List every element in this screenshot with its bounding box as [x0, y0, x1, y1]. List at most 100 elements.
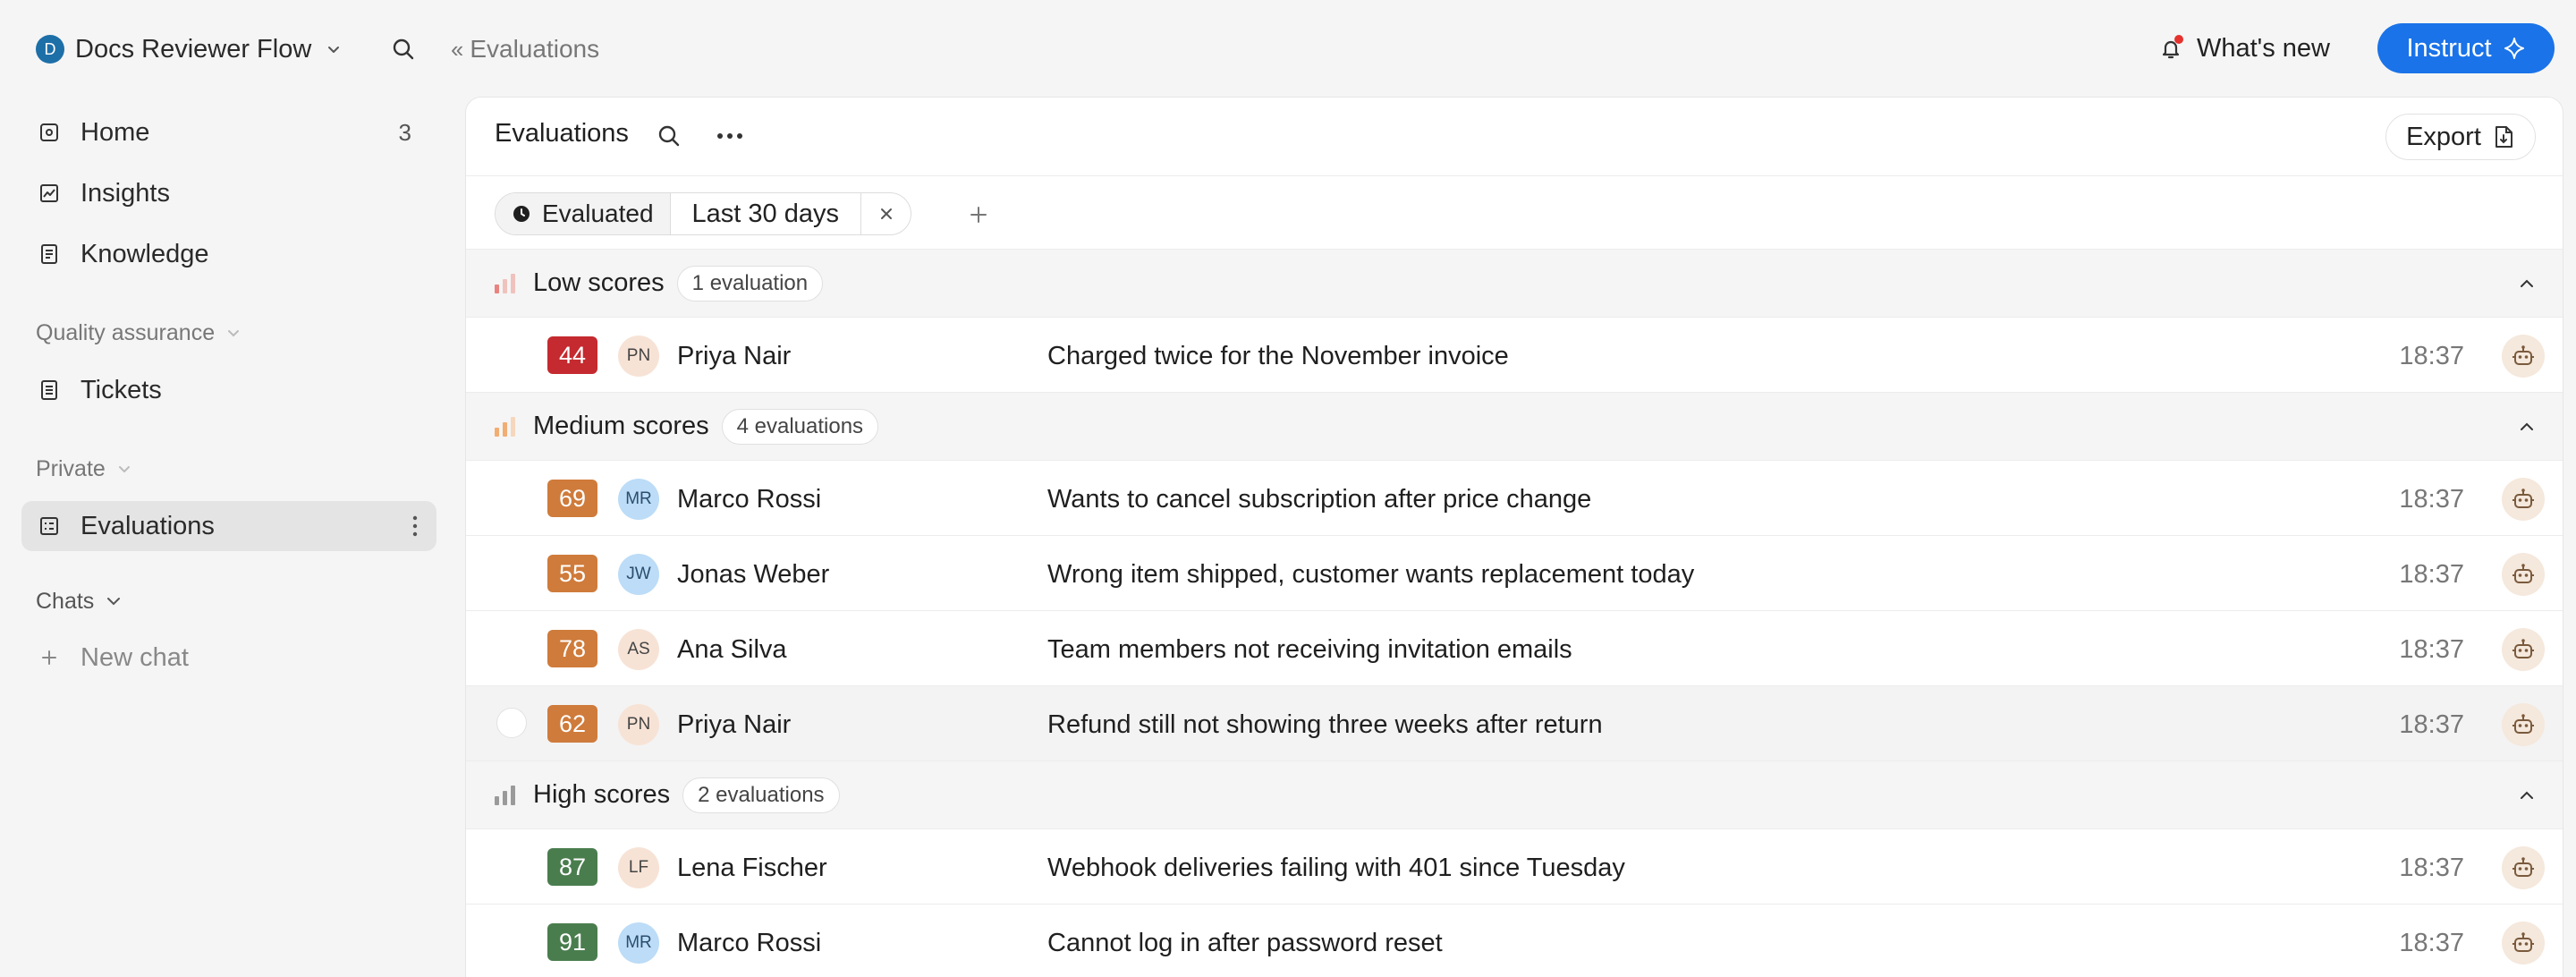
instruct-button[interactable]: Instruct	[2377, 23, 2555, 73]
timestamp: 18:37	[2399, 342, 2464, 370]
sidebar: Home 3 Insights Knowledge Quality assura…	[0, 97, 456, 977]
section-label: Chats	[36, 588, 95, 614]
add-filter-button[interactable]	[965, 201, 992, 228]
group-header-high-scores[interactable]: High scores 2 evaluations	[466, 761, 2563, 829]
ticket-subject: Cannot log in after password reset	[1047, 929, 1443, 957]
sidebar-item-label: Tickets	[80, 375, 162, 404]
sidebar-item-label: Evaluations	[80, 511, 215, 540]
filter-chip: Evaluated Last 30 days	[495, 192, 911, 235]
ticket-subject: Wants to cancel subscription after price…	[1047, 485, 1592, 514]
score-badge: 44	[547, 336, 597, 374]
robot-icon[interactable]	[2502, 846, 2545, 889]
filter-value[interactable]: Last 30 days	[671, 193, 860, 234]
score-badge: 69	[547, 480, 597, 517]
robot-icon[interactable]	[2502, 703, 2545, 746]
workspace-switcher[interactable]: D Docs Reviewer Flow	[36, 30, 342, 68]
customer-name: Priya Nair	[677, 342, 792, 370]
robot-icon[interactable]	[2502, 553, 2545, 596]
score-bars-icon	[495, 273, 515, 293]
customer-name: Lena Fischer	[677, 854, 827, 882]
remove-filter-button[interactable]	[860, 193, 911, 234]
timestamp: 18:37	[2399, 929, 2464, 957]
timestamp: 18:37	[2399, 710, 2464, 739]
workspace-name: Docs Reviewer Flow	[75, 34, 312, 64]
export-label: Export	[2406, 122, 2481, 151]
chevron-down-icon	[326, 41, 342, 57]
chevron-up-icon[interactable]	[2518, 418, 2536, 436]
filter-field[interactable]: Evaluated	[496, 193, 671, 234]
ticket-subject: Team members not receiving invitation em…	[1047, 635, 1572, 664]
page-title: Evaluations	[495, 119, 629, 148]
chevron-up-icon[interactable]	[2518, 786, 2536, 804]
chevron-up-icon[interactable]	[2518, 275, 2536, 293]
table-row[interactable]: 91 MR Marco Rossi Cannot log in after pa…	[466, 905, 2563, 977]
avatar: AS	[618, 629, 659, 670]
score-bars-icon	[495, 416, 515, 437]
table-row[interactable]: 87 LF Lena Fischer Webhook deliveries fa…	[466, 829, 2563, 905]
breadcrumb-label: Evaluations	[470, 35, 600, 63]
score-badge: 87	[547, 848, 597, 886]
more-horizontal-icon	[717, 133, 742, 139]
more-options-button[interactable]	[713, 121, 747, 151]
table-row[interactable]: 44 PN Priya Nair Charged twice for the N…	[466, 318, 2563, 393]
document-icon	[36, 377, 63, 404]
customer-name: Jonas Weber	[677, 560, 830, 589]
more-vertical-icon[interactable]	[411, 514, 419, 538]
sidebar-item-home[interactable]: Home 3	[21, 107, 436, 157]
ticket-subject: Wrong item shipped, customer wants repla…	[1047, 560, 1695, 589]
sidebar-item-evaluations[interactable]: Evaluations	[21, 501, 436, 551]
filter-field-label: Evaluated	[542, 200, 654, 227]
export-button[interactable]: Export	[2385, 114, 2536, 160]
top-bar: D Docs Reviewer Flow ‹‹ Evaluations What…	[0, 0, 2576, 97]
timestamp: 18:37	[2399, 635, 2464, 664]
sidebar-item-tickets[interactable]: Tickets	[21, 365, 436, 415]
row-select-checkbox[interactable]	[496, 708, 527, 738]
timestamp: 18:37	[2399, 560, 2464, 589]
chevron-down-icon	[116, 461, 132, 477]
customer-name: Ana Silva	[677, 635, 787, 664]
group-header-low-scores[interactable]: Low scores 1 evaluation	[466, 250, 2563, 318]
robot-icon[interactable]	[2502, 628, 2545, 671]
section-label: Private	[36, 455, 106, 481]
whats-new-label: What's new	[2197, 33, 2330, 63]
notification-dot	[2174, 35, 2183, 44]
table-row[interactable]: 78 AS Ana Silva Team members not receivi…	[466, 611, 2563, 686]
clock-icon	[512, 204, 531, 224]
section-chats[interactable]: Chats	[36, 583, 123, 619]
robot-icon[interactable]	[2502, 922, 2545, 964]
group-count-badge: 1 evaluation	[676, 265, 824, 302]
search-evaluations-button[interactable]	[654, 121, 684, 151]
new-chat-button[interactable]: New chat	[36, 635, 189, 680]
section-quality-assurance[interactable]: Quality assurance	[36, 315, 242, 351]
customer-name: Marco Rossi	[677, 485, 822, 514]
table-row[interactable]: 69 MR Marco Rossi Wants to cancel subscr…	[466, 461, 2563, 536]
table-row[interactable]: 62 PN Priya Nair Refund still not showin…	[466, 686, 2563, 761]
plus-icon	[970, 207, 987, 223]
home-count-badge: 3	[398, 118, 411, 146]
sidebar-item-knowledge[interactable]: Knowledge	[21, 229, 436, 279]
section-label: Quality assurance	[36, 319, 216, 345]
chart-icon	[36, 180, 63, 207]
robot-icon[interactable]	[2502, 335, 2545, 378]
sidebar-item-insights[interactable]: Insights	[21, 168, 436, 218]
instruct-label: Instruct	[2406, 33, 2492, 63]
whats-new-button[interactable]: What's new	[2156, 27, 2330, 70]
sidebar-item-label: Home	[80, 117, 150, 147]
group-header-medium-scores[interactable]: Medium scores 4 evaluations	[466, 393, 2563, 461]
robot-icon[interactable]	[2502, 478, 2545, 521]
avatar: PN	[618, 336, 659, 377]
ticket-subject: Charged twice for the November invoice	[1047, 342, 1509, 370]
avatar: MR	[618, 922, 659, 964]
group-count-badge: 2 evaluations	[682, 777, 840, 813]
score-badge: 55	[547, 555, 597, 592]
score-badge: 91	[547, 923, 597, 961]
group-title: Low scores	[533, 268, 665, 297]
breadcrumb[interactable]: ‹‹ Evaluations	[451, 30, 599, 68]
table-row[interactable]: 55 JW Jonas Weber Wrong item shipped, cu…	[466, 536, 2563, 611]
global-search-button[interactable]	[388, 34, 419, 64]
search-icon	[393, 38, 414, 60]
avatar: MR	[618, 479, 659, 520]
new-chat-label: New chat	[80, 642, 189, 672]
section-private[interactable]: Private	[36, 451, 132, 487]
avatar: PN	[618, 704, 659, 745]
